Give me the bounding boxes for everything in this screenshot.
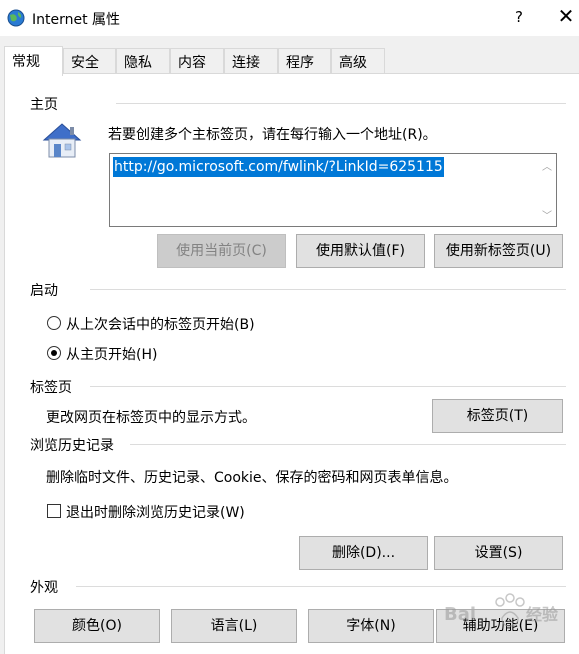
home-divider [116,103,566,104]
tab-programs[interactable]: 程序 [278,48,331,74]
languages-button[interactable]: 语言(L) [171,609,297,643]
title-bar: Internet 属性 ? ✕ [0,0,579,36]
tabs-divider [90,386,566,387]
startup-divider [90,289,566,290]
svg-text:经验: 经验 [526,605,558,624]
tabs-section-label: 标签页 [30,380,72,396]
use-default-button[interactable]: 使用默认值(F) [296,234,425,268]
tab-connections[interactable]: 连接 [224,48,278,74]
history-description: 删除临时文件、历史记录、Cookie、保存的密码和网页表单信息。 [46,470,458,486]
window-title: Internet 属性 [32,12,121,28]
use-current-button[interactable]: 使用当前页(C) [157,234,286,268]
tab-privacy[interactable]: 隐私 [116,48,170,74]
help-button[interactable]: ? [511,8,527,26]
appearance-divider [76,586,566,587]
close-button[interactable]: ✕ [556,4,576,28]
delete-history-button[interactable]: 删除(D)... [299,536,428,570]
appearance-section-label: 外观 [30,580,58,596]
colors-button[interactable]: 颜色(O) [34,609,160,643]
startup-last-session-radio[interactable] [47,316,61,330]
home-instruction: 若要创建多个主标签页，请在每行输入一个地址(R)。 [108,127,437,143]
home-page-urls-textarea[interactable]: http://go.microsoft.com/fwlink/?LinkId=6… [109,153,557,227]
startup-last-session-label[interactable]: 从上次会话中的标签页开始(B) [66,314,255,334]
baidu-watermark-logo: Bai 经验 [444,593,558,627]
home-house-icon [42,123,82,158]
tab-content[interactable]: 内容 [170,48,224,74]
tabs-description: 更改网页在标签页中的显示方式。 [46,410,256,426]
use-new-tab-button[interactable]: 使用新标签页(U) [434,234,563,268]
tab-security[interactable]: 安全 [63,48,116,74]
delete-history-on-exit-checkbox[interactable] [47,504,61,518]
svg-text:Bai: Bai [444,604,476,625]
scroll-down-icon[interactable]: ﹀ [542,207,552,222]
tab-general[interactable]: 常规 [4,46,63,76]
startup-home-page-radio[interactable] [47,346,61,360]
delete-history-on-exit-label[interactable]: 退出时删除浏览历史记录(W) [66,502,245,522]
home-url-text: http://go.microsoft.com/fwlink/?LinkId=6… [113,157,444,177]
history-divider [130,444,566,445]
startup-section-label: 启动 [30,283,58,299]
startup-home-page-label[interactable]: 从主页开始(H) [66,344,157,364]
home-section-label: 主页 [30,97,58,113]
history-settings-button[interactable]: 设置(S) [434,536,563,570]
tab-strip: 常规 安全 隐私 内容 连接 程序 高级 [0,46,579,76]
tabs-settings-button[interactable]: 标签页(T) [432,399,563,433]
fonts-button[interactable]: 字体(N) [308,609,434,643]
internet-globe-icon [7,9,25,27]
tab-advanced[interactable]: 高级 [331,48,385,74]
scroll-up-icon[interactable]: ︿ [542,158,552,173]
history-section-label: 浏览历史记录 [30,438,114,454]
